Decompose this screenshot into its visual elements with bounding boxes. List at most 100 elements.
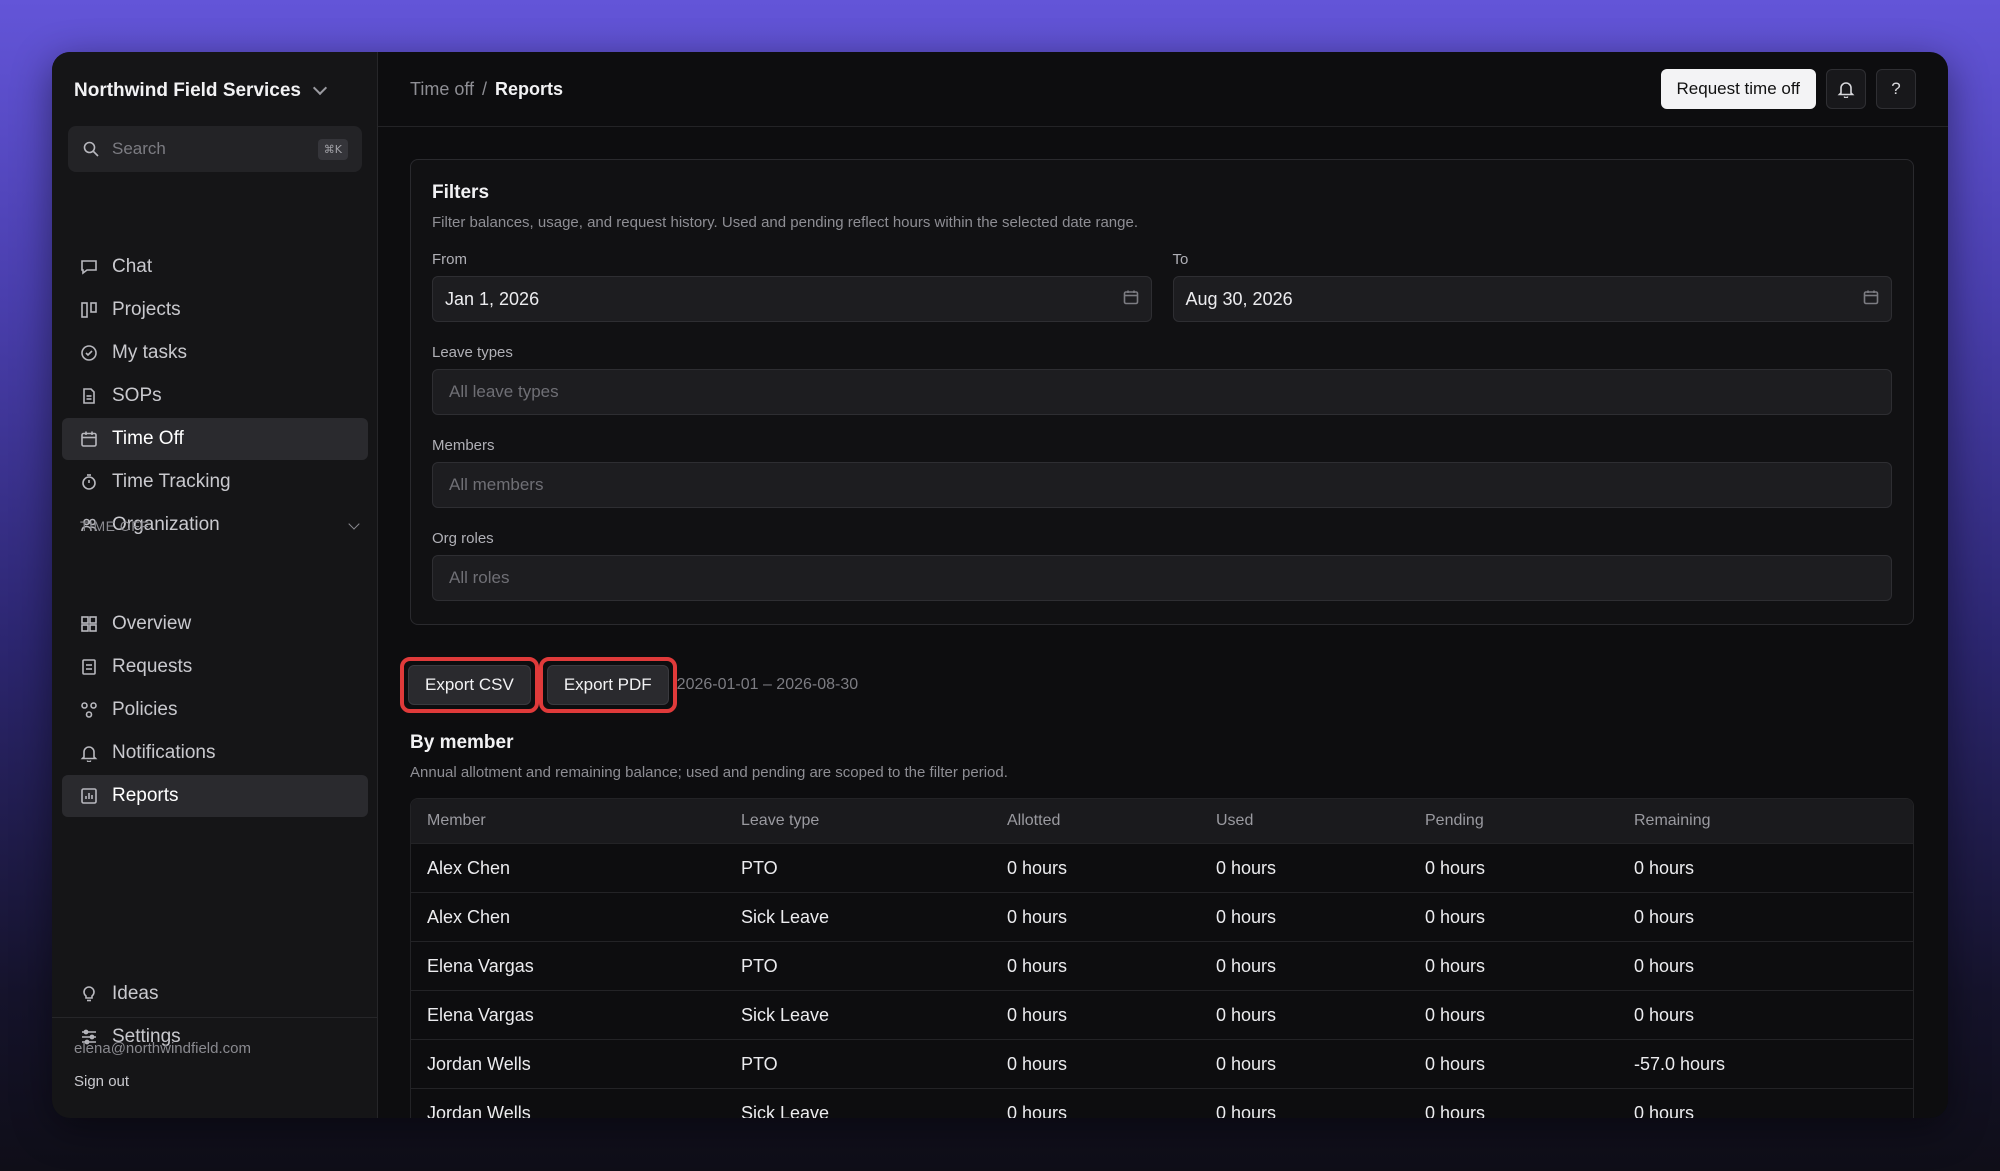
table-cell: PTO [741, 955, 778, 976]
table-cell: 0 hours [1007, 955, 1068, 976]
sign-out-link[interactable]: Sign out [74, 1073, 129, 1090]
sidebar-item-time-tracking[interactable]: Time Tracking [62, 461, 368, 503]
help-button[interactable]: ? [1876, 69, 1916, 109]
sidebar-item-label: My tasks [112, 342, 187, 363]
projects-icon [80, 301, 98, 319]
export-range: 2026-01-01 – 2026-08-30 [676, 676, 859, 693]
table-cell: Alex Chen [427, 906, 511, 927]
members-select[interactable]: All members [432, 462, 1892, 508]
sidebar-item-reports[interactable]: Reports [62, 775, 368, 817]
from-field: From Jan 1, 2026 [432, 251, 1152, 322]
org-switcher[interactable]: Northwind Field Services [74, 80, 328, 102]
table-cell: 0 hours [1007, 857, 1068, 878]
grid-icon [80, 615, 98, 633]
table-row: Jordan Wells Sick Leave 0 hours 0 hours 0 ho… [411, 1088, 1913, 1118]
sidebar-item-chat[interactable]: Chat [62, 246, 368, 288]
sidebar-item-projects[interactable]: Projects [62, 289, 368, 331]
from-date-input[interactable]: Jan 1, 2026 [432, 276, 1152, 322]
bell-icon [1837, 80, 1855, 98]
column-header[interactable]: Allotted [1007, 812, 1216, 830]
sidebar-item-time-off[interactable]: Time Off [62, 418, 368, 460]
request-time-off-button[interactable]: Request time off [1660, 69, 1816, 109]
table-cell: 0 hours [1007, 1004, 1068, 1025]
notifications-button[interactable] [1826, 69, 1866, 109]
search-placeholder: Search [112, 139, 166, 158]
stopwatch-icon [80, 473, 98, 491]
to-date-input[interactable]: Aug 30, 2026 [1172, 276, 1892, 322]
export-pdf-button[interactable]: Export PDF [546, 665, 669, 705]
table-cell: 0 hours [1216, 857, 1277, 878]
calendar-icon [80, 430, 98, 448]
table-cell: PTO [741, 1053, 778, 1074]
sidebar-item-my-tasks[interactable]: My tasks [62, 332, 368, 374]
column-header[interactable]: Remaining [1634, 812, 1913, 830]
table-cell: 0 hours [1425, 857, 1486, 878]
table-cell: 0 hours [1425, 955, 1486, 976]
breadcrumb-separator: / [482, 78, 488, 99]
breadcrumb-parent[interactable]: Time off [410, 79, 474, 100]
table-cell: 0 hours [1425, 1102, 1486, 1119]
sidebar-item-label: Requests [112, 656, 193, 677]
export-csv-highlight: Export CSV [400, 657, 539, 713]
sidebar: Northwind Field Services Search ⌘K Chat … [52, 52, 378, 1118]
filters-title: Filters [432, 182, 490, 203]
org-name: Northwind Field Services [74, 80, 301, 101]
filters-description: Filter balances, usage, and request hist… [432, 214, 1138, 231]
sidebar-item-overview[interactable]: Overview [62, 603, 368, 645]
table-cell: Jordan Wells [427, 1102, 531, 1119]
sidebar-item-policies[interactable]: Policies [62, 689, 368, 731]
table-cell: 0 hours [1634, 906, 1695, 927]
sidebar-item-requests[interactable]: Requests [62, 646, 368, 688]
column-header[interactable]: Pending [1425, 812, 1634, 830]
sidebar-item-sops[interactable]: SOPs [62, 375, 368, 417]
sidebar-item-label: Time Tracking [112, 471, 231, 492]
table-row: Elena Vargas Sick Leave 0 hours 0 hours 0 ho… [411, 990, 1913, 1039]
org-roles-select[interactable]: All roles [432, 555, 1892, 601]
sidebar-item-label: Reports [112, 785, 179, 806]
export-csv-button[interactable]: Export CSV [408, 665, 531, 705]
export-pdf-highlight: Export PDF [538, 657, 677, 713]
table-header: Member Leave type Allotted Used Pending … [411, 799, 1913, 843]
sidebar-item-label: Ideas [112, 983, 159, 1004]
table-cell: 0 hours [1634, 955, 1695, 976]
calendar-icon [1863, 289, 1879, 310]
sidebar-item-label: Time Off [112, 428, 184, 449]
table-cell: -57.0 hours [1634, 1053, 1726, 1074]
breadcrumb: Time off / Reports [410, 79, 563, 100]
table-cell: 0 hours [1216, 906, 1277, 927]
chevron-down-icon [348, 518, 360, 530]
column-header[interactable]: Member [411, 812, 741, 830]
sidebar-item-label: Projects [112, 299, 181, 320]
leave-types-select[interactable]: All leave types [432, 369, 1892, 415]
filters-panel: Filters Filter balances, usage, and requ… [410, 159, 1914, 625]
sidebar-item-label: Chat [112, 256, 153, 277]
lightbulb-icon [80, 985, 98, 1003]
from-date-value: Jan 1, 2026 [445, 288, 540, 309]
table-cell: 0 hours [1216, 955, 1277, 976]
sidebar-item-ideas[interactable]: Ideas [62, 973, 368, 1015]
primary-nav: Chat Projects My tasks SOPs Time Off Tim… [62, 246, 368, 547]
column-header[interactable]: Used [1216, 812, 1425, 830]
table-cell: Sick Leave [741, 1004, 830, 1025]
bell-icon [80, 744, 98, 762]
topbar: Time off / Reports Request time off ? [378, 52, 1948, 127]
by-member-table: Member Leave type Allotted Used Pending … [410, 798, 1914, 1118]
date-range-row: From Jan 1, 2026 To Aug 30, 2026 [432, 251, 1892, 322]
sidebar-item-notifications[interactable]: Notifications [62, 732, 368, 774]
table-cell: Sick Leave [741, 906, 830, 927]
app-window: Northwind Field Services Search ⌘K Chat … [52, 52, 1948, 1118]
table-cell: 0 hours [1425, 1053, 1486, 1074]
column-header[interactable]: Leave type [741, 812, 1007, 830]
sidebar-item-label: SOPs [112, 385, 162, 406]
leave-types-label: Leave types [432, 344, 513, 361]
search-input[interactable]: Search ⌘K [68, 126, 362, 172]
table-cell: 0 hours [1634, 1102, 1695, 1119]
table-cell: Sick Leave [741, 1102, 830, 1119]
table-cell: Elena Vargas [427, 1004, 534, 1025]
list-icon [80, 658, 98, 676]
user-email: elena@northwindfield.com [74, 1040, 251, 1057]
table-cell: 0 hours [1634, 857, 1695, 878]
table-cell: 0 hours [1216, 1102, 1277, 1119]
time-off-section-toggle[interactable]: TIME OFF [80, 518, 360, 534]
sidebar-item-label: Policies [112, 699, 178, 720]
